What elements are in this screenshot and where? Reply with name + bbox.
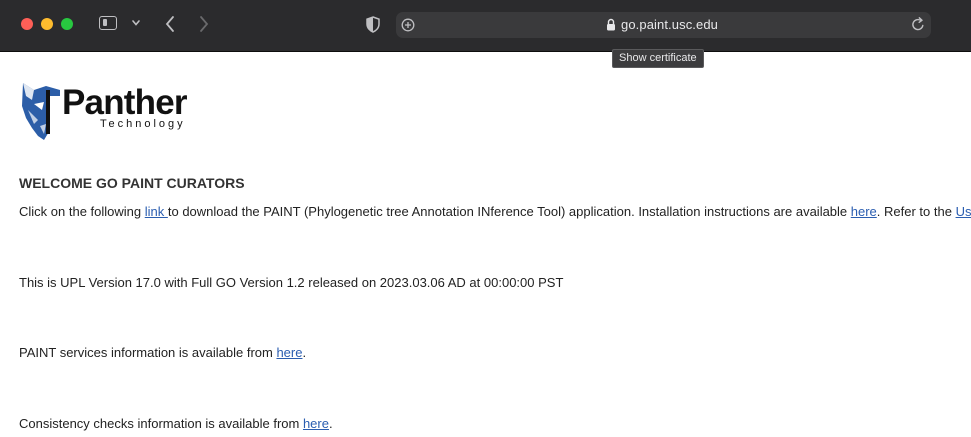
address-bar[interactable]: go.paint.usc.edu <box>396 12 931 38</box>
chevron-down-icon[interactable] <box>131 18 141 28</box>
services-text-end: . <box>302 345 307 360</box>
consistency-text: Consistency checks information is availa… <box>19 416 303 431</box>
version-info: This is UPL Version 17.0 with Full GO Ve… <box>19 275 564 290</box>
page-title: WELCOME GO PAINT CURATORS <box>19 175 245 191</box>
download-text-post: . Refer to the <box>876 204 956 219</box>
services-paragraph: PAINT services information is available … <box>19 345 306 360</box>
users-guide-link[interactable]: Us <box>956 204 971 219</box>
panther-logo: Panther Technology <box>20 80 210 146</box>
chevron-left-icon[interactable] <box>164 15 176 33</box>
download-link[interactable]: link <box>145 204 168 219</box>
chevron-right-icon[interactable] <box>198 15 210 33</box>
consistency-paragraph: Consistency checks information is availa… <box>19 416 333 431</box>
browser-toolbar: go.paint.usc.edu <box>0 0 971 52</box>
consistency-text-end: . <box>328 416 333 431</box>
plus-circle-icon[interactable] <box>401 18 415 32</box>
installation-link[interactable]: here <box>851 204 877 219</box>
close-window-button[interactable] <box>21 18 33 30</box>
zoom-window-button[interactable] <box>61 18 73 30</box>
minimize-window-button[interactable] <box>41 18 53 30</box>
lock-icon[interactable] <box>606 18 616 31</box>
download-text-pre: Click on the following <box>19 204 145 219</box>
download-paragraph: Click on the following link to download … <box>19 204 971 219</box>
reload-icon[interactable] <box>911 17 925 32</box>
sidebar-icon[interactable] <box>99 16 117 30</box>
panther-head-icon <box>22 83 60 140</box>
logo-wordmark: Panther <box>62 83 188 122</box>
url-text[interactable]: go.paint.usc.edu <box>621 17 718 32</box>
services-link[interactable]: here <box>276 345 302 360</box>
consistency-link[interactable]: here <box>303 416 329 431</box>
shield-icon[interactable] <box>366 16 380 33</box>
download-text-mid: to download the PAINT (Phylogenetic tree… <box>167 204 851 219</box>
logo-subtitle: Technology <box>100 118 186 130</box>
certificate-tooltip: Show certificate <box>612 49 704 68</box>
services-text: PAINT services information is available … <box>19 345 277 360</box>
